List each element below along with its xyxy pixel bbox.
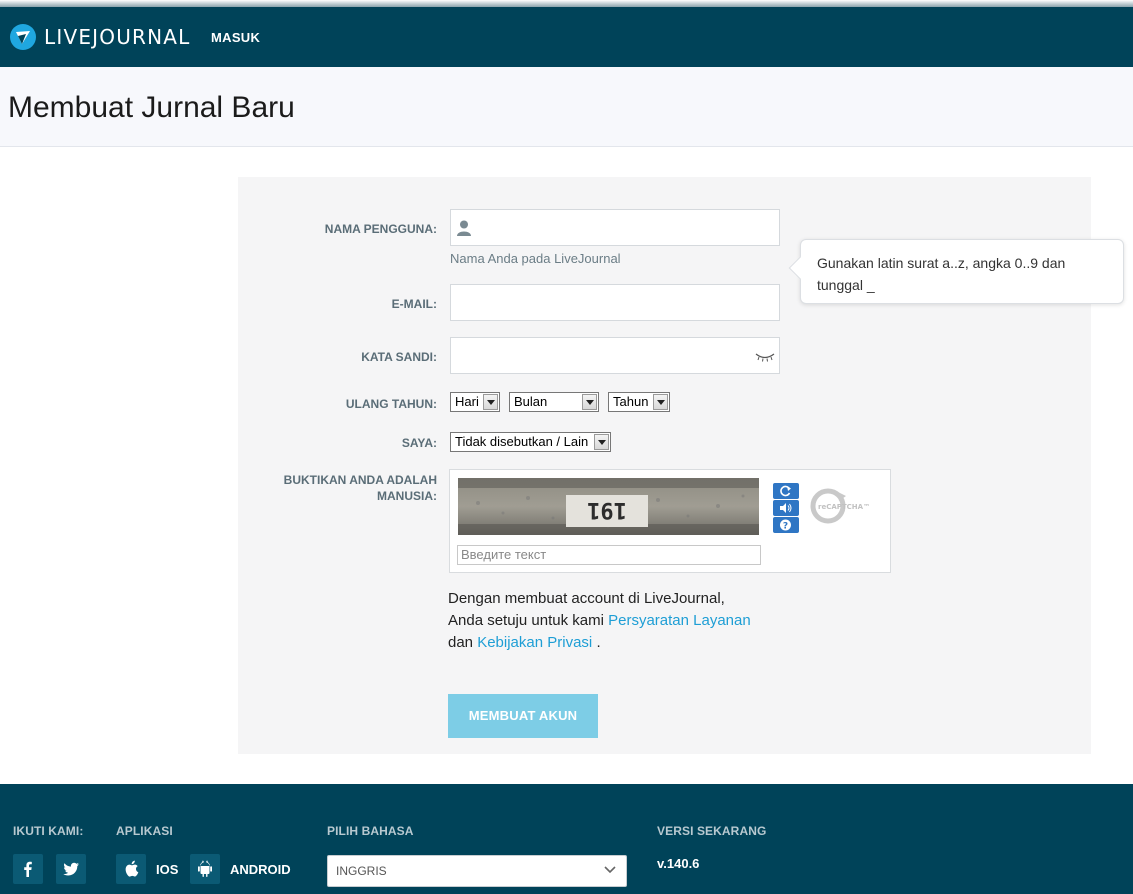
birthday-month-value: Bulan <box>514 394 548 409</box>
ios-label[interactable]: IOS <box>156 862 178 877</box>
chevron-down-icon <box>604 866 616 874</box>
captcha-label: BUKTIKAN ANDA ADALAH MANUSIA: <box>284 472 437 504</box>
birthday-month-select[interactable]: Bulan <box>509 392 599 412</box>
version-label: VERSI SEKARANG <box>657 824 767 838</box>
terms-and: dan <box>448 634 474 651</box>
facebook-button[interactable] <box>13 854 43 884</box>
captcha-refresh-button[interactable] <box>773 483 799 499</box>
recaptcha-brand-text: reCAPTCHA™ <box>818 503 870 511</box>
logo-text: LIVEJOURNAL <box>44 25 191 49</box>
email-input[interactable] <box>450 284 780 321</box>
captcha-audio-button[interactable] <box>773 500 799 516</box>
terms-line2: Anda setuju untuk kami <box>448 612 604 629</box>
site-header: LIVEJOURNAL MASUK <box>0 7 1133 67</box>
terms-line1: Dengan membuat account di LiveJournal, <box>448 590 725 607</box>
user-icon <box>457 220 471 236</box>
help-icon: ? <box>780 519 791 532</box>
gender-label: SAYA: <box>401 436 437 450</box>
birthday-year-select[interactable]: Tahun <box>608 392 670 412</box>
language-select[interactable]: INGGRIS <box>327 855 627 887</box>
privacy-policy-link[interactable]: Kebijakan Privasi <box>477 634 592 651</box>
captcha-label-line1: BUKTIKAN ANDA ADALAH <box>283 473 437 487</box>
facebook-icon <box>24 861 32 877</box>
birthday-day-value: Hari <box>455 394 479 409</box>
captcha-help-button[interactable]: ? <box>773 517 799 533</box>
twitter-button[interactable] <box>56 854 86 884</box>
username-tooltip-text: Gunakan latin surat a..z, angka 0..9 dan… <box>817 255 1066 293</box>
birthday-year-value: Tahun <box>613 394 649 409</box>
svg-text:?: ? <box>783 522 788 532</box>
page-title: Membuat Jurnal Baru <box>8 91 295 124</box>
recaptcha-logo: reCAPTCHA™ <box>810 488 870 524</box>
password-label: KATA SANDI: <box>361 350 437 364</box>
username-label: NAMA PENGGUNA: <box>324 222 437 236</box>
logo[interactable]: LIVEJOURNAL <box>9 23 191 51</box>
dropdown-arrow-icon <box>483 394 498 410</box>
email-label: E-MAIL: <box>391 297 437 311</box>
follow-us-label: IKUTI KAMI: <box>13 824 84 838</box>
gender-select[interactable]: Tidak disebutkan / Lain <box>450 432 611 452</box>
terms-end: . <box>596 634 601 651</box>
captcha-input[interactable]: Введите текст <box>457 545 761 565</box>
birthday-label: ULANG TAHUN: <box>345 397 437 411</box>
username-tooltip: Gunakan latin surat a..z, angka 0..9 dan… <box>788 239 1124 304</box>
language-label: PILIH BAHASA <box>327 824 414 838</box>
captcha-text: 191 <box>587 497 627 522</box>
login-link[interactable]: MASUK <box>211 30 260 45</box>
apps-label: APLIKASI <box>116 824 173 838</box>
version-value: v.140.6 <box>657 856 700 871</box>
show-password-icon[interactable] <box>755 352 775 362</box>
username-input[interactable] <box>450 209 780 246</box>
terms-of-service-link[interactable]: Persyaratan Layanan <box>608 612 751 629</box>
dropdown-arrow-icon <box>594 434 609 450</box>
livejournal-logo-icon <box>10 24 36 50</box>
captcha-image: 191 <box>458 478 759 535</box>
refresh-icon <box>780 485 791 497</box>
captcha-widget: 191 Введите текст ? reCAPTCHA™ <box>449 469 891 573</box>
twitter-icon <box>63 862 79 876</box>
password-input[interactable] <box>450 337 780 374</box>
android-label[interactable]: ANDROID <box>230 862 291 877</box>
username-hint: Nama Anda pada LiveJournal <box>450 251 621 266</box>
android-app-button[interactable] <box>190 854 220 884</box>
create-account-button[interactable]: MEMBUAT AKUN <box>448 694 598 738</box>
title-bar: Membuat Jurnal Baru <box>0 67 1133 147</box>
captcha-label-line2: MANUSIA: <box>377 489 437 503</box>
gender-value: Tidak disebutkan / Lain <box>455 434 589 449</box>
ios-app-button[interactable] <box>116 854 146 884</box>
apple-icon <box>125 860 139 877</box>
site-footer: IKUTI KAMI: APLIKASI IOS ANDROID PILIH B… <box>0 784 1133 894</box>
audio-icon <box>780 503 792 513</box>
dropdown-arrow-icon <box>582 394 597 410</box>
dropdown-arrow-icon <box>653 394 668 410</box>
android-icon <box>198 860 212 877</box>
birthday-day-select[interactable]: Hari <box>450 392 500 412</box>
language-value: INGGRIS <box>336 864 387 878</box>
terms-text: Dengan membuat account di LiveJournal, A… <box>448 588 808 654</box>
top-strip <box>0 0 1133 7</box>
